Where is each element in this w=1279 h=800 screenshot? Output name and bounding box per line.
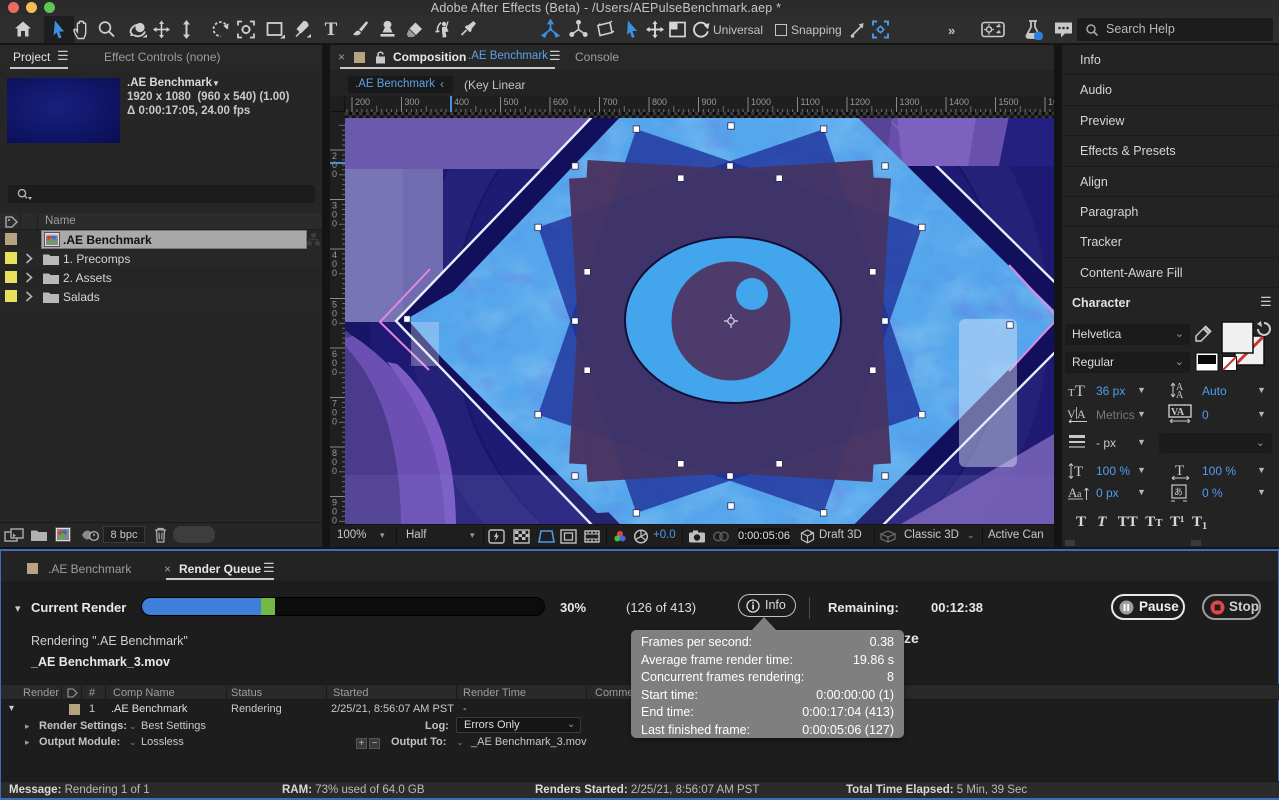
svg-text:T: T	[1075, 383, 1085, 398]
svg-text:T: T	[1074, 464, 1083, 480]
svg-text:V: V	[1067, 407, 1076, 421]
svg-text:a: a	[1077, 489, 1082, 500]
svg-text:0: 0	[332, 466, 337, 476]
svg-text:0: 0	[332, 169, 337, 179]
svg-text:800: 800	[652, 97, 667, 107]
svg-text:T: T	[1068, 387, 1075, 398]
svg-text:0: 0	[332, 219, 337, 229]
svg-text:0: 0	[332, 417, 337, 427]
svg-text:A: A	[1077, 407, 1086, 421]
svg-text:0: 0	[332, 516, 337, 525]
svg-text:1000: 1000	[751, 97, 771, 107]
svg-text:400: 400	[454, 97, 469, 107]
svg-text:0: 0	[332, 318, 337, 328]
svg-text:600: 600	[553, 97, 568, 107]
svg-text:1200: 1200	[850, 97, 870, 107]
svg-text:500: 500	[504, 97, 519, 107]
svg-text:0: 0	[332, 268, 337, 278]
svg-text:1600: 1600	[1048, 97, 1054, 107]
svg-text:300: 300	[405, 97, 420, 107]
svg-text:700: 700	[603, 97, 618, 107]
svg-text:VA: VA	[1171, 407, 1185, 418]
svg-text:900: 900	[702, 97, 717, 107]
svg-text:1100: 1100	[801, 97, 820, 107]
svg-text:1400: 1400	[949, 97, 969, 107]
svg-text:あ: あ	[1174, 487, 1183, 497]
svg-text:A: A	[1176, 390, 1184, 400]
svg-text:200: 200	[355, 97, 370, 107]
svg-text:T: T	[1175, 463, 1184, 479]
svg-text:1500: 1500	[999, 97, 1019, 107]
svg-text:1300: 1300	[900, 97, 920, 107]
svg-text:0: 0	[332, 367, 337, 377]
